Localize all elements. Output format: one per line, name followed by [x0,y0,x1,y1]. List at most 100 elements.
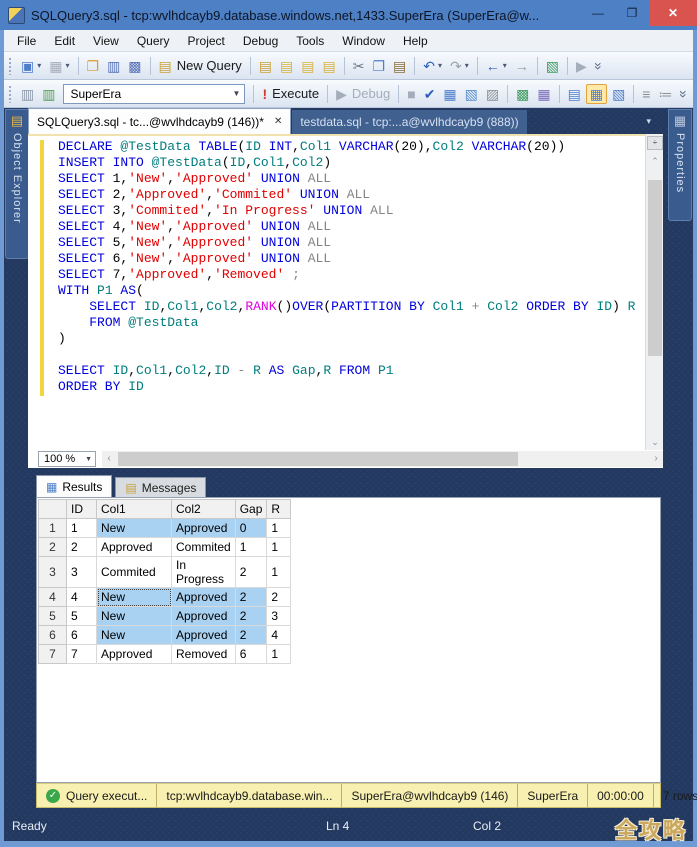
disconnect-icon[interactable]: ▥ [39,85,58,103]
row-indicator[interactable]: 3 [39,557,67,588]
zoom-combobox[interactable]: 100 % ▼ [38,451,96,467]
grid-cell[interactable]: 5 [67,607,97,626]
minimize-button[interactable]: — [581,0,615,26]
comment-lines-icon[interactable]: ≡ [639,85,653,103]
toolbar-overflow-icon[interactable]: » [592,57,606,75]
grid-cell[interactable]: 3 [267,607,291,626]
play-icon[interactable]: ▶ [573,57,590,75]
add-item-icon[interactable]: ▦▾ [46,57,72,75]
template-params-icon[interactable]: ▩ [513,85,532,103]
menu-file[interactable]: File [8,31,45,51]
grid-cell[interactable]: 6 [235,645,267,664]
grid-cell[interactable]: Removed [172,645,236,664]
close-icon[interactable]: ✕ [274,116,282,127]
grid-cell[interactable]: 1 [267,538,291,557]
save-icon[interactable]: ▥ [104,57,123,75]
grid-cell[interactable]: 2 [235,607,267,626]
row-indicator[interactable]: 6 [39,626,67,645]
connect-icon[interactable]: ▥ [18,85,37,103]
grid-cell[interactable]: 2 [267,588,291,607]
close-button[interactable]: ✕ [649,0,697,26]
sidebar-tab-object-explorer[interactable]: ▤ Object Explorer [5,109,29,259]
navigate-forward-icon[interactable]: → [512,57,532,75]
mdx-query-icon[interactable]: ▤ [277,57,296,75]
grid-cell[interactable]: 4 [67,588,97,607]
menu-project[interactable]: Project [179,31,234,51]
tab-messages[interactable]: ▤ Messages [115,477,206,497]
toolbar-grip[interactable] [8,85,13,103]
column-header-col2[interactable]: Col2 [172,500,236,519]
row-indicator[interactable]: 2 [39,538,67,557]
grid-cell[interactable]: Approved [172,519,236,538]
grid-cell[interactable]: Approved [97,645,172,664]
parse-icon[interactable]: ✔ [421,85,439,103]
scroll-left-icon[interactable]: ‹ [102,451,116,467]
database-engine-query-icon[interactable]: ▤ [256,57,275,75]
new-query-window-icon[interactable]: ▣▾ [18,57,44,75]
grid-cell[interactable]: 2 [235,626,267,645]
grid-cell[interactable]: 6 [67,626,97,645]
grid-cell[interactable]: New [97,626,172,645]
sql-editor[interactable]: DECLARE @TestData TABLE(ID INT,Col1 VARC… [28,134,645,450]
grid-cell[interactable]: 1 [267,645,291,664]
editor-horizontal-scrollbar[interactable]: ‹ › [102,451,663,467]
column-header-r[interactable]: R [267,500,291,519]
dmx-query-icon[interactable]: ▤ [298,57,317,75]
intellisense-icon[interactable]: ▨ [483,85,502,103]
toolbar-overflow-icon[interactable]: » [677,85,691,103]
grid-cell[interactable]: New [97,607,172,626]
navigate-backward-icon[interactable]: ←▾ [483,57,510,75]
estimated-plan-icon[interactable]: ▦ [440,85,459,103]
grid-cell[interactable]: Commited [97,557,172,588]
grid-cell[interactable]: Approved [172,626,236,645]
copy-icon[interactable]: ❐ [369,57,388,75]
menu-view[interactable]: View [84,31,128,51]
scroll-down-icon[interactable]: ⌄ [646,437,664,448]
tab-results[interactable]: ▦ Results [36,475,112,497]
grid-cell[interactable]: 1 [67,519,97,538]
grid-cell[interactable]: 7 [67,645,97,664]
design-query-icon[interactable]: ▦ [534,85,553,103]
maximize-button[interactable]: ❐ [615,0,649,26]
scroll-right-icon[interactable]: › [649,451,663,467]
tab-testdata[interactable]: testdata.sql - tcp:...a@wvlhdcayb9 (888)… [292,110,526,134]
row-indicator-header[interactable] [39,500,67,519]
row-indicator[interactable]: 7 [39,645,67,664]
grid-cell[interactable]: Approved [172,607,236,626]
grid-cell[interactable]: Approved [97,538,172,557]
grid-cell[interactable]: 0 [235,519,267,538]
row-indicator[interactable]: 5 [39,607,67,626]
results-to-grid-icon[interactable]: ▦ [586,84,607,104]
grid-cell[interactable]: 1 [267,557,291,588]
menu-help[interactable]: Help [394,31,437,51]
open-file-icon[interactable]: ❐ [84,57,103,75]
database-combobox[interactable]: SuperEra ▼ [63,84,245,104]
menu-query[interactable]: Query [128,31,179,51]
save-all-icon[interactable]: ▩ [125,57,144,75]
grid-cell[interactable]: New [97,519,172,538]
stop-icon[interactable]: ■ [404,85,418,103]
menu-window[interactable]: Window [333,31,394,51]
toolbar-grip[interactable] [8,57,13,75]
editor-vertical-scrollbar[interactable]: ÷ ⌃ ⌄ [645,134,663,450]
redo-icon[interactable]: ↷▾ [447,57,472,75]
sidebar-tab-properties[interactable]: ▦ Properties [668,109,692,221]
menu-edit[interactable]: Edit [45,31,84,51]
grid-cell[interactable]: Commited [172,538,236,557]
tab-list-dropdown-icon[interactable]: ▾ [646,116,651,127]
tab-sqlquery3[interactable]: SQLQuery3.sql - tc...@wvlhdcayb9 (146))*… [28,108,291,134]
column-header-col1[interactable]: Col1 [97,500,172,519]
row-indicator[interactable]: 4 [39,588,67,607]
grid-cell[interactable]: 1 [267,519,291,538]
results-to-text-icon[interactable]: ▤ [565,85,584,103]
new-query-button[interactable]: ▤New Query [156,57,245,75]
menu-tools[interactable]: Tools [287,31,333,51]
scrollbar-thumb[interactable] [118,452,518,466]
execute-button[interactable]: !Execute [259,85,322,103]
uncomment-lines-icon[interactable]: ≔ [655,85,675,103]
grid-cell[interactable]: 4 [267,626,291,645]
scroll-up-icon[interactable]: ⌃ [646,156,664,167]
results-to-file-icon[interactable]: ▧ [609,85,628,103]
column-header-id[interactable]: ID [67,500,97,519]
splitter-handle[interactable]: ÷ [647,136,663,150]
